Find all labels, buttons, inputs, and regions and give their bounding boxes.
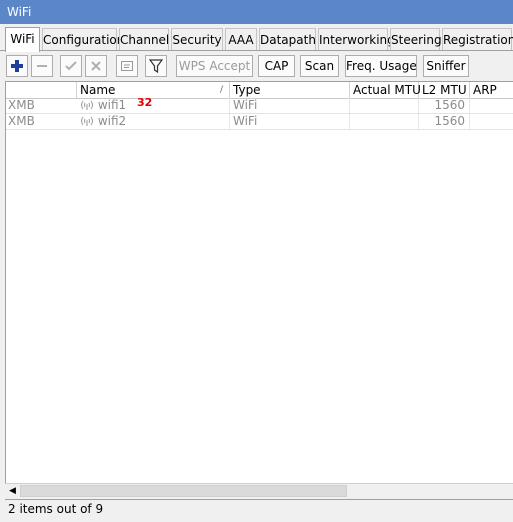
disable-button[interactable] <box>85 55 107 77</box>
row-name-cell: wifi2 <box>77 114 230 129</box>
tab-security[interactable]: Security <box>171 28 223 50</box>
tab-bar: WiFi Configuration Channel Security AAA … <box>0 27 513 52</box>
column-header-type[interactable]: Type <box>230 82 350 98</box>
tab-datapath[interactable]: Datapath <box>259 28 316 50</box>
table-row[interactable]: XMB wifi2 WiFi 1560 <box>6 114 513 130</box>
tab-steering[interactable]: Steering <box>390 28 442 50</box>
tab-channel[interactable]: Channel <box>119 28 169 50</box>
row-l2-mtu: 1560 <box>419 98 470 113</box>
row-name-cell: wifi1 <box>77 98 230 113</box>
tab-registration[interactable]: Registration <box>442 28 513 50</box>
window-title: WiFi <box>0 0 513 24</box>
row-name: wifi2 <box>97 114 127 128</box>
filter-icon <box>149 59 163 73</box>
row-type: WiFi <box>230 114 350 129</box>
comment-icon <box>121 61 133 71</box>
x-icon <box>91 61 101 71</box>
flag-column-header[interactable] <box>6 82 77 98</box>
toolbar: WPS Accept CAP Scan Freq. Usage Sniffer <box>0 53 513 81</box>
scrollbar-thumb[interactable] <box>20 485 347 497</box>
scroll-left-arrow-icon[interactable]: ◀ <box>5 484 20 498</box>
freq-usage-button[interactable]: Freq. Usage <box>345 55 417 77</box>
sniffer-button[interactable]: Sniffer <box>423 55 469 77</box>
row-actual-mtu <box>350 98 419 113</box>
row-flags: XMB <box>8 114 35 128</box>
row-type: WiFi <box>230 98 350 113</box>
row-arp <box>470 98 513 113</box>
add-button[interactable] <box>6 55 28 77</box>
row-flags: XMB <box>8 98 35 112</box>
check-icon <box>65 61 77 71</box>
table-row[interactable]: XMB wifi1 WiFi 1560 <box>6 98 513 114</box>
row-actual-mtu <box>350 114 419 129</box>
row-arp <box>470 114 513 129</box>
status-bar: 2 items out of 9 <box>5 499 513 517</box>
column-header-arp[interactable]: ARP <box>470 82 513 98</box>
tab-configuration[interactable]: Configuration <box>42 28 124 50</box>
sort-indicator-icon: / <box>219 85 223 95</box>
row-name: wifi1 <box>97 98 127 112</box>
column-header-actual-mtu[interactable]: Actual MTU <box>350 82 421 98</box>
interfaces-table: Name / Type Actual MTU L2 MTU ARP XMB wi… <box>5 81 513 484</box>
horizontal-scrollbar[interactable]: ◀ <box>5 483 513 498</box>
enable-button[interactable] <box>60 55 82 77</box>
filter-button[interactable] <box>145 55 167 77</box>
table-header: Name / Type Actual MTU L2 MTU ARP <box>6 82 513 99</box>
column-name-label: Name <box>80 83 116 97</box>
wireless-icon <box>81 100 93 110</box>
comment-button[interactable] <box>116 55 138 77</box>
cap-button[interactable]: CAP <box>258 55 295 77</box>
tab-aaa[interactable]: AAA <box>225 28 257 50</box>
row-l2-mtu: 1560 <box>419 114 470 129</box>
column-header-l2-mtu[interactable]: L2 MTU <box>419 82 470 98</box>
plus-icon <box>11 60 23 72</box>
minus-icon <box>37 65 47 67</box>
scan-button[interactable]: Scan <box>300 55 339 77</box>
column-header-name[interactable]: Name / <box>77 82 230 98</box>
annotation-label: 32 <box>137 96 153 109</box>
tab-interworking[interactable]: Interworking <box>318 28 395 50</box>
tab-wifi[interactable]: WiFi <box>5 27 40 52</box>
remove-button[interactable] <box>31 55 53 77</box>
wireless-icon <box>81 116 93 126</box>
wps-accept-button[interactable]: WPS Accept <box>176 55 253 77</box>
